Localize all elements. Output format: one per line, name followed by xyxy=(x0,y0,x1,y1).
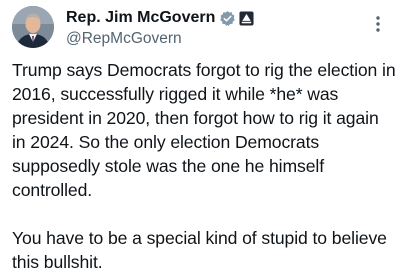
author-handle[interactable]: @RepMcGovern xyxy=(66,30,366,48)
tweet-card: Rep. Jim McGovern @RepMcGovern Trump say… xyxy=(0,0,400,280)
name-row: Rep. Jim McGovern xyxy=(66,8,366,28)
tweet-paragraph-2: You have to be a special kind of stupid … xyxy=(12,228,387,272)
verified-badge-icon xyxy=(219,10,236,27)
author-display-name[interactable]: Rep. Jim McGovern xyxy=(66,9,215,27)
tweet-header: Rep. Jim McGovern @RepMcGovern xyxy=(66,8,366,48)
avatar[interactable] xyxy=(12,6,54,48)
tweet-body: Trump says Democrats forgot to rig the e… xyxy=(12,58,396,274)
tweet-paragraph-1: Trump says Democrats forgot to rig the e… xyxy=(12,60,396,200)
government-building-icon xyxy=(239,10,254,26)
more-vertical-icon[interactable] xyxy=(372,14,384,34)
avatar-portrait-icon xyxy=(12,6,54,48)
